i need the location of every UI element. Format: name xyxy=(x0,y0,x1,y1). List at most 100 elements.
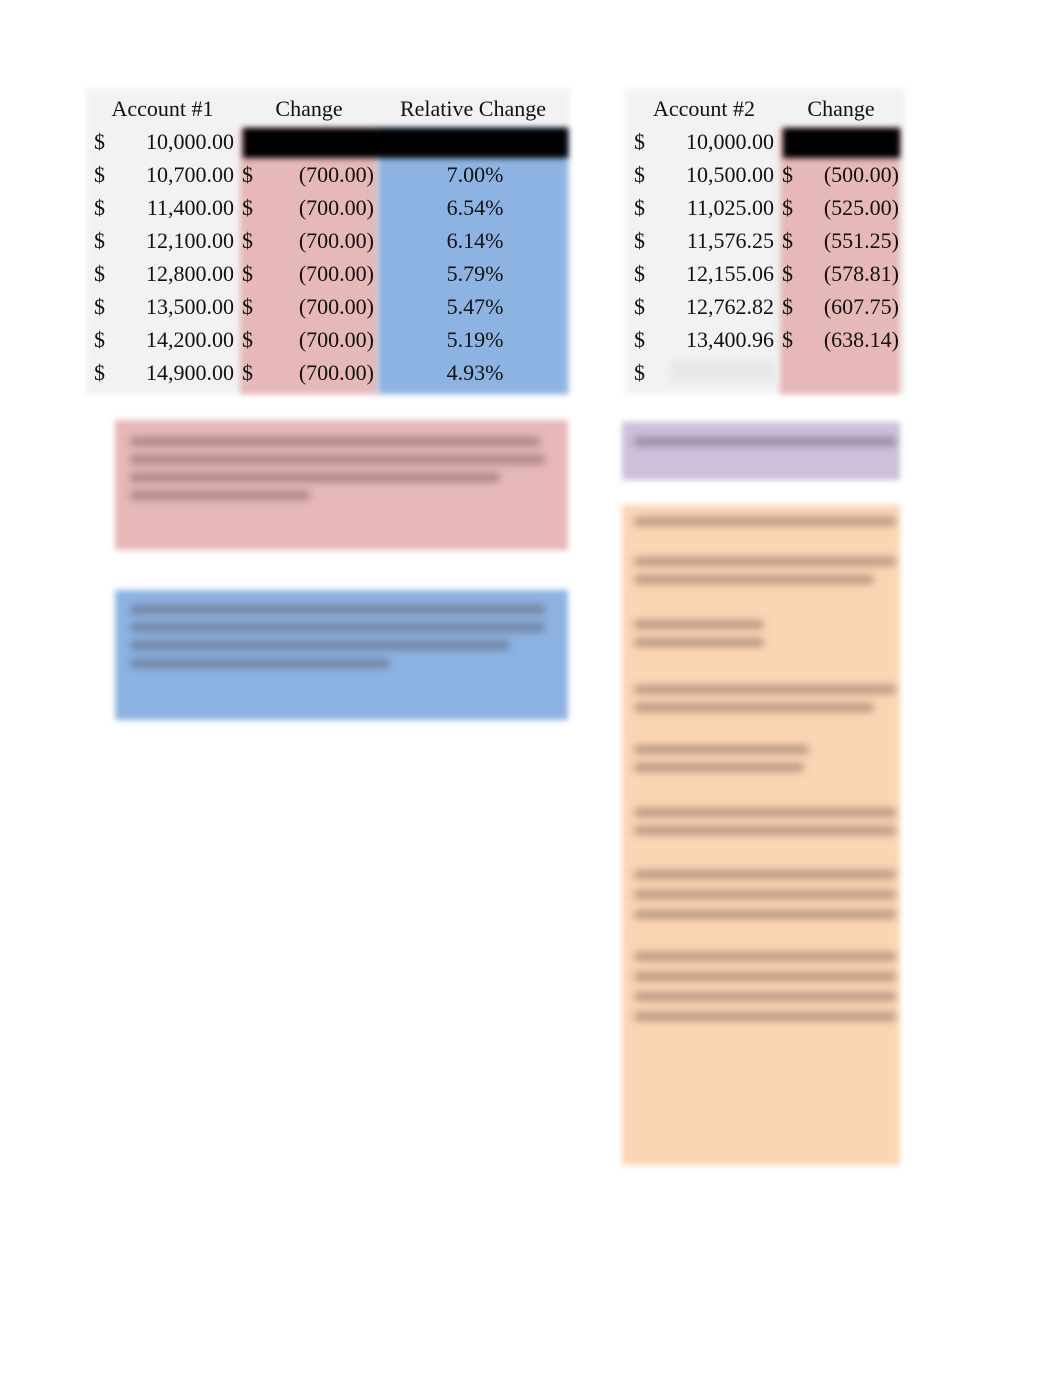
currency-symbol: $ xyxy=(634,360,645,385)
currency-symbol: $ xyxy=(242,294,253,319)
change-cell: (700.00) xyxy=(298,195,374,220)
blurred-text-line xyxy=(130,605,545,614)
change-cell: (700.00) xyxy=(298,294,374,319)
blurred-text-line xyxy=(634,557,896,566)
currency-symbol: $ xyxy=(782,327,793,352)
balance-cell: 14,900.00 xyxy=(146,360,234,385)
change-cell: (578.81) xyxy=(823,261,899,286)
blurred-text-line xyxy=(634,745,809,754)
table2-header: Account #2 xyxy=(652,96,756,121)
currency-symbol: $ xyxy=(634,228,645,253)
balance-cell: 12,155.06 xyxy=(686,261,774,286)
blurred-text-line xyxy=(634,517,896,526)
change-cell: (638.14) xyxy=(823,327,899,352)
table1-header: Change xyxy=(275,96,343,121)
blurred-text-line xyxy=(634,685,896,694)
change-cell: (700.00) xyxy=(298,327,374,352)
change-cell: (700.00) xyxy=(298,360,374,385)
blurred-text-line xyxy=(634,826,896,835)
spreadsheet-page: Account #1 Change Relative Change $10,000.0… xyxy=(0,0,1062,1377)
balance-cell: 11,025.00 xyxy=(686,195,774,220)
balance-cell: 12,762.82 xyxy=(686,294,774,319)
currency-symbol: $ xyxy=(94,261,105,286)
note-box-orange xyxy=(622,505,900,1165)
currency-symbol: $ xyxy=(634,327,645,352)
currency-symbol: $ xyxy=(634,162,645,187)
currency-symbol: $ xyxy=(94,228,105,253)
balance-cell: 10,500.00 xyxy=(686,162,774,187)
note-box-purple xyxy=(622,422,900,480)
currency-symbol: $ xyxy=(782,261,793,286)
currency-symbol: $ xyxy=(634,129,645,154)
change-cell: (700.00) xyxy=(298,162,374,187)
blurred-text-line xyxy=(130,437,540,446)
currency-symbol: $ xyxy=(242,261,253,286)
currency-symbol: $ xyxy=(634,261,645,286)
change-cell xyxy=(800,356,899,389)
blurred-text-line xyxy=(634,910,896,919)
change-cell: (607.75) xyxy=(823,294,899,319)
blurred-text-line xyxy=(634,620,764,629)
blurred-text-line xyxy=(634,703,874,712)
blurred-text-line xyxy=(130,455,545,464)
change-cell xyxy=(800,125,899,158)
blurred-text-line xyxy=(130,473,500,482)
currency-symbol: $ xyxy=(782,228,793,253)
relative-change-cell: 6.14% xyxy=(446,228,504,253)
currency-symbol: $ xyxy=(242,162,253,187)
currency-symbol: $ xyxy=(94,162,105,187)
currency-symbol: $ xyxy=(782,162,793,187)
balance-cell: 10,000.00 xyxy=(686,129,774,154)
relative-change-cell: 5.47% xyxy=(446,294,504,319)
balance-cell: 10,000.00 xyxy=(146,129,234,154)
currency-symbol: $ xyxy=(634,294,645,319)
balance-cell: 13,500.00 xyxy=(146,294,234,319)
relative-change-cell: 4.93% xyxy=(446,360,504,385)
table1-header: Relative Change xyxy=(399,96,546,121)
balance-cell: 10,700.00 xyxy=(146,162,234,187)
blurred-text-line xyxy=(634,437,896,446)
currency-symbol: $ xyxy=(94,294,105,319)
change-cell: (500.00) xyxy=(823,162,899,187)
balance-cell: 11,400.00 xyxy=(146,195,234,220)
currency-symbol: $ xyxy=(242,360,253,385)
blurred-text-line xyxy=(634,575,874,584)
blurred-text-line xyxy=(130,623,545,632)
blurred-text-line xyxy=(634,808,896,817)
relative-change-cell: 6.54% xyxy=(446,195,504,220)
blurred-text-line xyxy=(130,641,510,650)
currency-symbol: $ xyxy=(242,228,253,253)
blurred-text-line xyxy=(634,992,896,1001)
balance-cell: 12,100.00 xyxy=(146,228,234,253)
blurred-text-line xyxy=(634,972,896,981)
table2-header: Change xyxy=(807,96,875,121)
relative-change-cell: 5.79% xyxy=(446,261,504,286)
blurred-text-line xyxy=(634,638,764,647)
balance-cell: 11,576.25 xyxy=(686,228,774,253)
balance-cell: 13,400.96 xyxy=(686,327,774,352)
blurred-text-line xyxy=(130,659,390,668)
balance-cell: 12,800.00 xyxy=(146,261,234,286)
table1-header: Account #1 xyxy=(111,96,214,121)
blurred-text-line xyxy=(634,763,804,772)
currency-symbol: $ xyxy=(94,360,105,385)
currency-symbol: $ xyxy=(94,195,105,220)
currency-symbol: $ xyxy=(242,327,253,352)
blurred-text-line xyxy=(130,491,310,500)
currency-symbol: $ xyxy=(782,195,793,220)
blurred-text-line xyxy=(634,870,896,879)
change-cell: (700.00) xyxy=(298,261,374,286)
blurred-text-line xyxy=(634,952,896,961)
change-cell: (525.00) xyxy=(823,195,899,220)
relative-change-cell: 7.00% xyxy=(446,162,504,187)
currency-symbol: $ xyxy=(94,129,105,154)
currency-symbol: $ xyxy=(94,327,105,352)
blurred-text-line xyxy=(634,890,896,899)
currency-symbol: $ xyxy=(634,195,645,220)
balance-cell xyxy=(650,356,774,389)
change-cell: (551.25) xyxy=(823,228,899,253)
relative-change-cell xyxy=(378,125,572,158)
blurred-text-line xyxy=(634,1012,896,1021)
change-cell: (700.00) xyxy=(298,228,374,253)
currency-symbol: $ xyxy=(782,294,793,319)
